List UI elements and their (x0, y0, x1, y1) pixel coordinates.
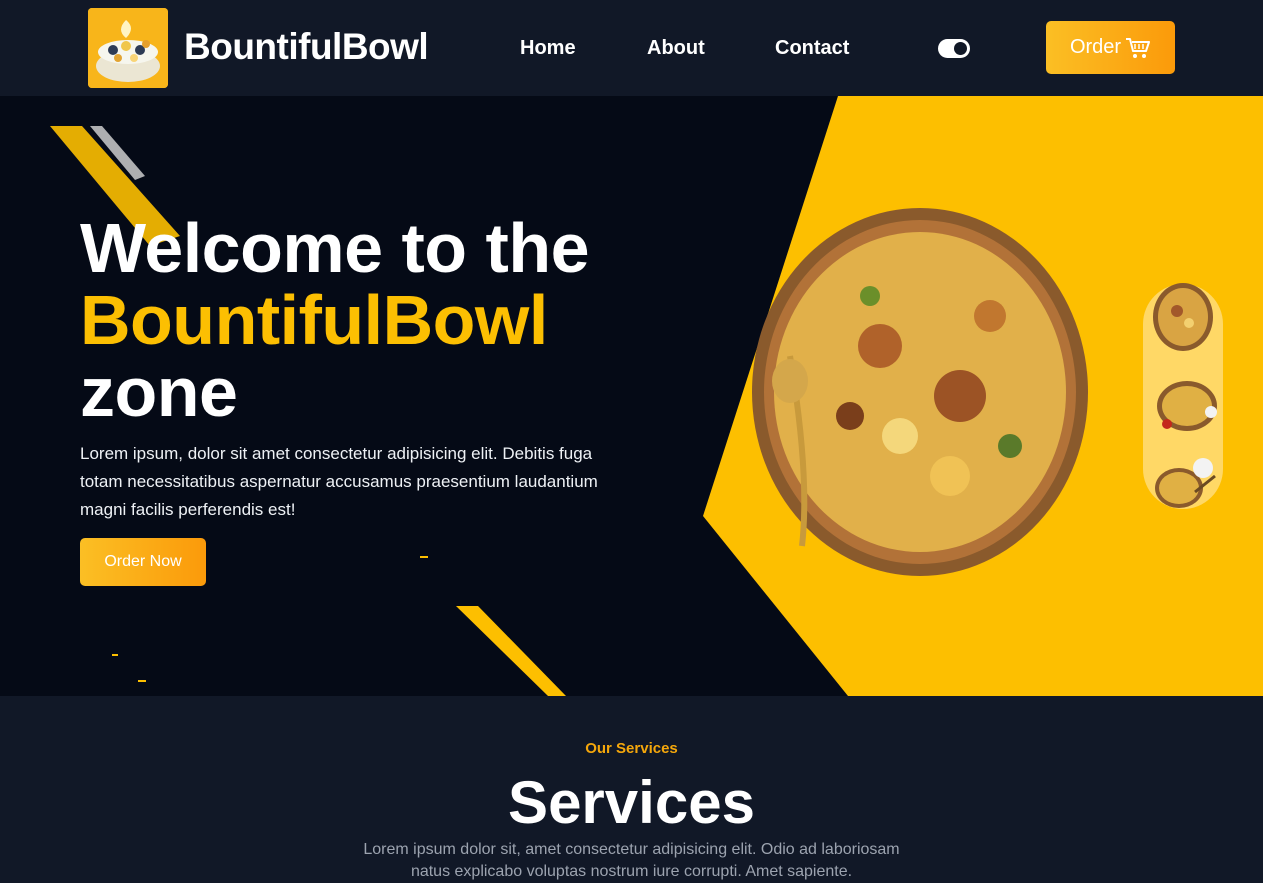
dish-thumbnail[interactable] (1151, 279, 1215, 351)
order-now-button[interactable]: Order Now (80, 538, 206, 586)
dish-thumbnail-strip (1143, 283, 1223, 509)
nav-about[interactable]: About (647, 37, 705, 60)
cart-icon (1126, 37, 1151, 58)
dish-thumbnail[interactable] (1151, 452, 1216, 516)
logo-image[interactable] (88, 8, 168, 88)
nav-home[interactable]: Home (520, 37, 576, 60)
hero-title-line1: Welcome to the (80, 209, 590, 287)
order-label: Order (1069, 36, 1122, 58)
order-button[interactable]: Order (1046, 21, 1175, 74)
services-section: Our Services Services Lorem ipsum dolor … (0, 696, 1263, 880)
biryani-dish-image (752, 208, 1088, 576)
nav-contact[interactable]: Contact (775, 37, 849, 60)
services-description: Lorem ipsum dolor sit, amet consectetur … (363, 841, 900, 880)
hero-title: Welcome to the BountifulBowl zone (80, 209, 590, 431)
dish-thumbnail[interactable] (1151, 376, 1217, 440)
services-kicker: Our Services (585, 740, 678, 757)
hero-section: Welcome to the BountifulBowl zone Lorem … (0, 96, 1263, 696)
navbar: BountifulBowl Home About Contact Order (0, 0, 1263, 96)
brand-name[interactable]: BountifulBowl (184, 26, 429, 68)
services-title: Services (508, 769, 755, 836)
hero-description: Lorem ipsum, dolor sit amet consectetur … (80, 444, 598, 519)
theme-toggle-icon[interactable] (938, 39, 970, 58)
hero-title-accent: BountifulBowl (80, 281, 548, 359)
hero-title-line3: zone (80, 353, 238, 431)
